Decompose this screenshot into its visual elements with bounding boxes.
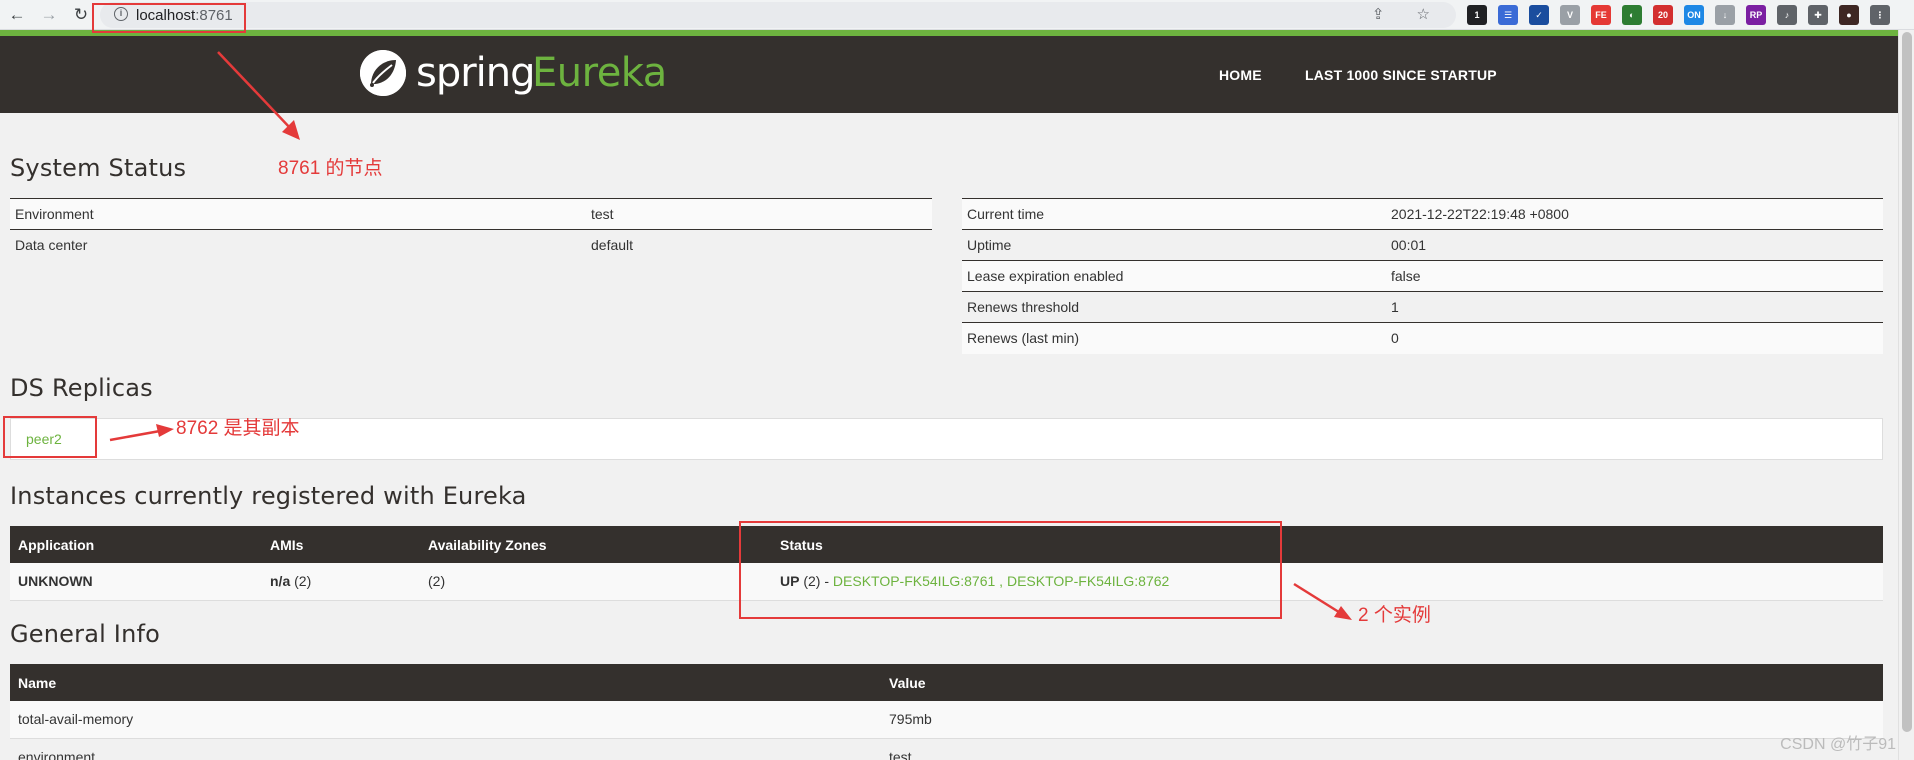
- table-row: Lease expiration enabled false: [962, 260, 1883, 292]
- table-row: Environment test: [10, 198, 932, 230]
- annotation-instances: 2 个实例: [1358, 605, 1431, 626]
- info-name: environment: [10, 738, 881, 760]
- ext-check-icon[interactable]: ✓: [1529, 5, 1549, 25]
- zones-cell: (2): [420, 563, 772, 601]
- table-row: Renews threshold 1: [962, 291, 1883, 323]
- current-time-value: 2021-12-22T22:19:48 +0800: [1386, 198, 1883, 230]
- scrollbar-thumb[interactable]: [1902, 32, 1912, 732]
- ext-menu-icon[interactable]: ⋮: [1870, 5, 1890, 25]
- info-name: total-avail-memory: [10, 701, 881, 739]
- arrow-to-replica-label: [109, 424, 174, 442]
- general-info-table: Name Value total-avail-memory 795mb envi…: [10, 664, 1883, 760]
- renews-last-min-key: Renews (last min): [962, 322, 1386, 354]
- info-value: 795mb: [881, 701, 1883, 739]
- ext-20-icon[interactable]: 20: [1653, 5, 1673, 25]
- arrow-to-node-label: [217, 51, 300, 140]
- ext-fe-icon[interactable]: FE: [1591, 5, 1611, 25]
- datacenter-key: Data center: [10, 229, 586, 261]
- ext-download-icon[interactable]: ↓: [1715, 5, 1735, 25]
- amis-value: n/a: [270, 573, 291, 590]
- annotation-replica: 8762 是其副本: [176, 418, 300, 439]
- address-bar[interactable]: i localhost:8761 ⇪ ☆: [100, 2, 1456, 28]
- spring-leaf-icon: [360, 50, 406, 96]
- table-row: Data center default: [10, 229, 932, 261]
- lease-value: false: [1386, 260, 1883, 292]
- system-status-left-table: Environment test Data center default: [10, 198, 932, 261]
- env-key: Environment: [10, 198, 586, 230]
- col-name: Name: [10, 664, 881, 701]
- col-zones: Availability Zones: [420, 526, 772, 563]
- share-bookmark-icons[interactable]: ⇪ ☆: [1372, 5, 1444, 23]
- annotation-node: 8761 的节点: [278, 158, 383, 179]
- logo-eureka-text: Eureka: [532, 50, 667, 96]
- app-name: UNKNOWN: [10, 563, 262, 601]
- table-row: Uptime 00:01: [962, 229, 1883, 261]
- ext-list-icon[interactable]: ☰: [1498, 5, 1518, 25]
- arrow-to-instances-label: [1293, 582, 1352, 620]
- env-value: test: [586, 198, 932, 230]
- table-row: total-avail-memory 795mb: [10, 701, 1883, 739]
- table-row: Current time 2021-12-22T22:19:48 +0800: [962, 198, 1883, 230]
- instances-title: Instances currently registered with Eure…: [10, 482, 527, 510]
- system-status-right-table: Current time 2021-12-22T22:19:48 +0800 Up…: [962, 198, 1883, 354]
- ext-rp-icon[interactable]: RP: [1746, 5, 1766, 25]
- logo-spring-text: spring: [416, 50, 536, 96]
- col-amis: AMIs: [262, 526, 420, 563]
- lease-key: Lease expiration enabled: [962, 260, 1386, 292]
- forward-icon[interactable]: →: [38, 4, 60, 26]
- url-highlight-box: [92, 3, 246, 33]
- general-info-title: General Info: [10, 620, 161, 648]
- current-time-key: Current time: [962, 198, 1386, 230]
- nav-last-1000-link[interactable]: LAST 1000 SINCE STARTUP: [1305, 67, 1497, 83]
- table-row: Renews (last min) 0: [962, 322, 1883, 354]
- ext-audio-icon[interactable]: ♪: [1777, 5, 1797, 25]
- reload-icon[interactable]: ↻: [70, 4, 92, 26]
- ext-badge-1-icon[interactable]: 1: [1467, 5, 1487, 25]
- col-application: Application: [10, 526, 262, 563]
- status-highlight-box: [739, 521, 1282, 619]
- amis-cell: n/a (2): [262, 563, 420, 601]
- nav-home-link[interactable]: HOME: [1219, 67, 1262, 83]
- system-status-title: System Status: [10, 154, 187, 182]
- uptime-key: Uptime: [962, 229, 1386, 261]
- col-value: Value: [881, 664, 1883, 701]
- page-scrollbar[interactable]: [1898, 30, 1914, 760]
- uptime-value: 00:01: [1386, 229, 1883, 261]
- ext-circle-icon[interactable]: ◐: [1622, 5, 1642, 25]
- ext-puzzle-icon[interactable]: ✚: [1808, 5, 1828, 25]
- ext-avatar-icon[interactable]: ●: [1839, 5, 1859, 25]
- browser-toolbar: ← → ↻ i localhost:8761 ⇪ ☆ 1 ☰ ✓ V FE ◐ 20 ON ↓ R…: [0, 0, 1914, 30]
- renews-threshold-value: 1: [1386, 291, 1883, 323]
- replica-highlight-box: [3, 416, 97, 458]
- csdn-watermark: CSDN @竹子91: [1780, 736, 1896, 753]
- datacenter-value: default: [586, 229, 932, 261]
- renews-last-min-value: 0: [1386, 322, 1883, 354]
- amis-count: (2): [290, 573, 312, 590]
- info-value: test: [881, 738, 1883, 760]
- ext-v-icon[interactable]: V: [1560, 5, 1580, 25]
- ds-replicas-title: DS Replicas: [10, 374, 153, 402]
- ext-on-icon[interactable]: ON: [1684, 5, 1704, 25]
- table-row: environment test: [10, 738, 1883, 760]
- table-header-row: Name Value: [10, 664, 1883, 701]
- back-icon[interactable]: ←: [6, 4, 28, 26]
- renews-threshold-key: Renews threshold: [962, 291, 1386, 323]
